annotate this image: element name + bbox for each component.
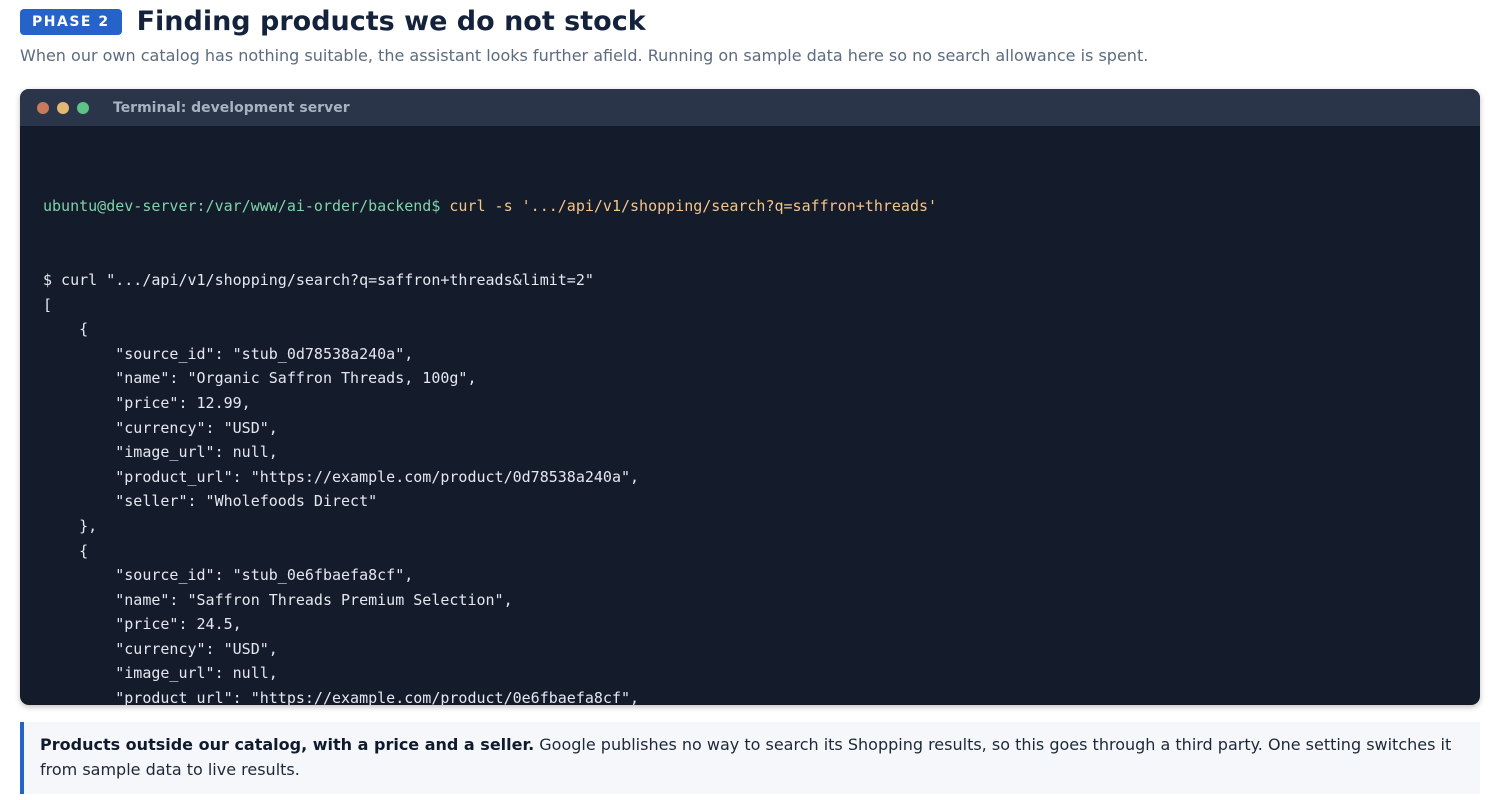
output-line: $ curl ".../api/v1/shopping/search?q=saf… (43, 270, 594, 289)
output-line: "seller": "Wholefoods Direct" (43, 492, 378, 511)
output-line: [ (43, 295, 53, 314)
maximize-dot-icon[interactable] (77, 101, 89, 114)
phase-badge: PHASE 2 (20, 9, 122, 35)
shell-command: curl -s '.../api/v1/shopping/search?q=sa… (440, 197, 938, 216)
page-title: Finding products we do not stock (136, 6, 646, 37)
output-line: }, (43, 516, 98, 535)
output-line: "source_id": "stub_0d78538a240a", (43, 344, 414, 363)
page: PHASE 2 Finding products we do not stock… (0, 0, 1500, 800)
output-line: { (43, 320, 89, 339)
page-header: PHASE 2 Finding products we do not stock (20, 0, 1480, 42)
output-line: "price": 24.5, (43, 615, 242, 634)
callout-heading: Products outside our catalog, with a pri… (40, 735, 535, 754)
output-line: "source_id": "stub_0e6fbaefa8cf", (43, 566, 414, 585)
info-callout: Products outside our catalog, with a pri… (20, 722, 1480, 794)
command-line: ubuntu@dev-server:/var/www/ai-order/back… (43, 194, 1457, 219)
output-lines: $ curl ".../api/v1/shopping/search?q=saf… (43, 268, 1457, 705)
output-line: { (43, 541, 89, 560)
terminal-title-bar: Terminal: development server (20, 89, 1480, 126)
shell-prompt: ubuntu@dev-server:/var/www/ai-order/back… (43, 197, 441, 216)
terminal-window: Terminal: development server ubuntu@dev-… (20, 89, 1480, 705)
close-dot-icon[interactable] (37, 101, 49, 114)
output-line: "product_url": "https://example.com/prod… (43, 689, 640, 705)
output-line: "image_url": null, (43, 664, 278, 683)
terminal-output[interactable]: ubuntu@dev-server:/var/www/ai-order/back… (20, 126, 1480, 705)
output-line: "image_url": null, (43, 443, 278, 462)
output-line: "name": "Organic Saffron Threads, 100g", (43, 369, 477, 388)
output-line: "currency": "USD", (43, 639, 278, 658)
page-subtitle: When our own catalog has nothing suitabl… (20, 46, 1149, 65)
minimize-dot-icon[interactable] (57, 101, 69, 114)
output-line: "currency": "USD", (43, 418, 278, 437)
output-line: "name": "Saffron Threads Premium Selecti… (43, 590, 513, 609)
output-line: "price": 12.99, (43, 393, 251, 412)
output-line: "product_url": "https://example.com/prod… (43, 467, 640, 486)
terminal-title: Terminal: development server (113, 99, 350, 116)
